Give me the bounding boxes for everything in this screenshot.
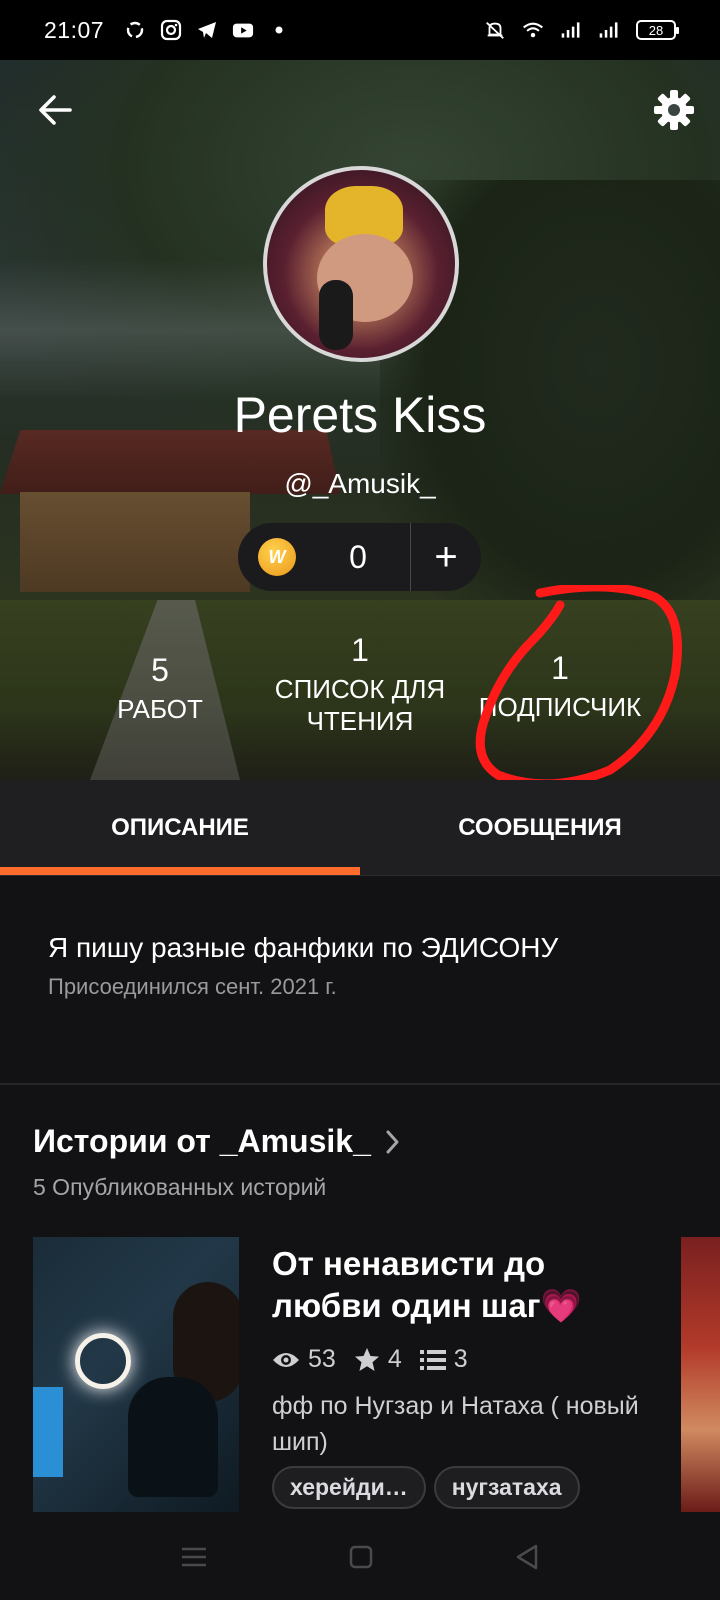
chevron-right-icon: [386, 1130, 399, 1153]
story-description: фф по Нугзар и Натаха ( новый шип): [272, 1392, 639, 1456]
status-bar: 21:07 28: [0, 0, 720, 60]
sync-icon: [124, 19, 146, 41]
add-coins-button[interactable]: +: [411, 535, 481, 580]
story-card[interactable]: От ненависти до любви один шаг💗 53 4 3 ф…: [272, 1243, 652, 1509]
battery-indicator: 28: [636, 20, 679, 40]
story-votes: 4: [387, 1345, 402, 1373]
stat-value: 1: [351, 632, 369, 668]
next-story-cover-image[interactable]: [681, 1237, 720, 1512]
star-icon: [354, 1347, 379, 1371]
coin-icon: W: [258, 538, 296, 576]
stat-followers[interactable]: 1 ПОДПИСЧИК: [470, 650, 650, 723]
stat-value: 5: [151, 652, 169, 688]
joined-date: Присоединился сент. 2021 г.: [48, 974, 337, 999]
stat-reading-lists[interactable]: 1 СПИСОК ДЛЯ ЧТЕНИЯ: [265, 632, 455, 737]
tag-chip[interactable]: нугзатаха: [433, 1466, 580, 1509]
divider: [0, 1083, 720, 1085]
profile-description: Я пишу разные фанфики по ЭДИСОНУ: [48, 932, 559, 963]
list-icon: [419, 1349, 446, 1370]
coin-balance-pill: W 0 +: [238, 523, 481, 591]
story-title: От ненависти до любви один шаг💗: [272, 1245, 582, 1324]
stories-count: 5 Опубликованных историй: [33, 1174, 327, 1200]
status-time: 21:07: [44, 16, 105, 43]
arrow-left-icon: [39, 95, 72, 125]
story-tags: херейди… нугзатаха: [272, 1466, 652, 1509]
profile-name: Perets Kiss: [233, 387, 487, 443]
stat-value: 1: [551, 650, 569, 686]
avatar[interactable]: [263, 166, 459, 362]
signal-icon: [560, 19, 582, 41]
stories-header-link[interactable]: Истории от _Amusik_: [33, 1123, 401, 1160]
back-button[interactable]: [36, 90, 76, 130]
tab-about[interactable]: ОПИСАНИЕ: [0, 780, 360, 875]
telegram-icon: [196, 19, 218, 41]
menu-icon[interactable]: [180, 1545, 208, 1569]
coin-count: 0: [349, 538, 367, 575]
eye-icon: [273, 1352, 299, 1367]
stat-label: РАБОТ: [117, 694, 203, 724]
stat-label: ПОДПИСЧИК: [478, 692, 642, 722]
profile-handle: @_Amusik_: [284, 468, 436, 499]
wifi-icon: [522, 19, 544, 41]
story-stats: 53 4 3: [272, 1345, 652, 1374]
profile-tabs: ОПИСАНИЕ СООБЩЕНИЯ: [0, 780, 720, 876]
system-navigation-bar: [0, 1514, 720, 1600]
story-parts: 3: [453, 1345, 468, 1373]
back-triangle-icon[interactable]: [514, 1543, 540, 1571]
about-section: Я пишу разные фанфики по ЭДИСОНУ Присоед…: [48, 930, 688, 1000]
instagram-icon: [160, 19, 182, 41]
youtube-icon: [232, 19, 254, 41]
stat-works[interactable]: 5 РАБОТ: [100, 652, 220, 725]
signal-icon: [598, 19, 620, 41]
stories-title: Истории от _Amusik_: [33, 1123, 371, 1159]
tag-chip[interactable]: херейди…: [272, 1466, 426, 1509]
story-cover-image[interactable]: [33, 1237, 239, 1512]
mute-icon: [484, 19, 506, 41]
dot-icon: [268, 19, 290, 41]
stat-label: СПИСОК ДЛЯ ЧТЕНИЯ: [274, 674, 446, 736]
tab-messages[interactable]: СООБЩЕНИЯ: [360, 780, 720, 875]
settings-button[interactable]: [652, 88, 696, 132]
home-icon[interactable]: [348, 1544, 374, 1570]
story-views: 53: [308, 1345, 336, 1373]
gear-icon: [654, 90, 694, 130]
